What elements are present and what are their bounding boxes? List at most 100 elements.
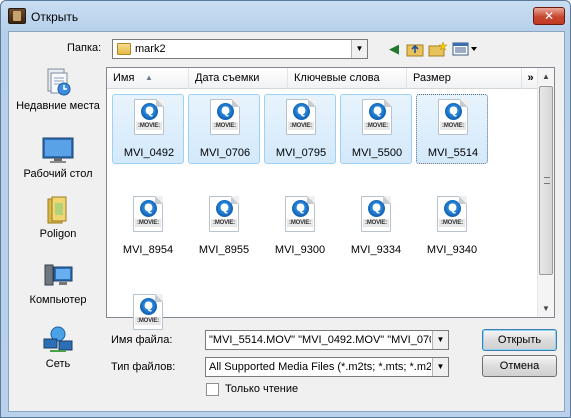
scroll-thumb[interactable] [539, 86, 553, 275]
up-folder-icon[interactable] [406, 41, 424, 57]
vertical-scrollbar[interactable]: ▲ ▼ [537, 68, 554, 317]
scroll-up-icon[interactable]: ▲ [538, 68, 554, 85]
movie-badge: :MOVIE: [212, 122, 238, 130]
movie-badge: :MOVIE: [288, 122, 314, 130]
back-arrow-icon[interactable]: ◀ [386, 41, 402, 57]
filetype-value: All Supported Media Files (*.m2ts; *.mts… [209, 361, 431, 373]
views-menu-icon[interactable] [452, 41, 478, 57]
place-user[interactable]: Poligon [13, 195, 103, 241]
file-item[interactable]: Q :MOVIE: MVI_0795 [264, 94, 336, 164]
grip-icon [544, 177, 550, 184]
file-name: MVI_5514 [427, 147, 479, 159]
lookin-label: Папка: [67, 42, 102, 54]
quicktime-logo-icon: Q [368, 200, 385, 217]
file-name: MVI_8955 [198, 244, 250, 256]
file-item[interactable]: Q :MOVIE: MVI_9334 [340, 192, 412, 262]
file-name: MVI_0706 [199, 147, 251, 159]
column-name[interactable]: Имя ▲ [107, 68, 189, 89]
movie-file-icon: Q:MOVIE: [437, 196, 467, 232]
movie-file-icon: Q :MOVIE: [438, 99, 468, 135]
filename-value: "MVI_5514.MOV" "MVI_0492.MOV" "MVI_0706.… [209, 334, 431, 346]
recent-places-icon [42, 67, 74, 97]
column-date[interactable]: Дата съемки [189, 68, 288, 89]
place-label: Сеть [45, 358, 71, 370]
file-name: MVI_9300 [274, 244, 326, 256]
movie-file-icon: Q :MOVIE: [285, 196, 315, 232]
readonly-checkbox[interactable] [206, 383, 219, 396]
movie-file-icon: Q :MOVIE: [361, 196, 391, 232]
dialog-window: Открыть ✕ Папка: mark2 ▼ ◀ Недавние мест… [0, 0, 571, 418]
quicktime-logo-icon: Q [445, 103, 462, 120]
filetype-select[interactable]: All Supported Media Files (*.m2ts; *.mts… [205, 357, 449, 377]
quicktime-logo-icon: Q [141, 103, 158, 120]
column-size[interactable]: Размер [407, 68, 522, 89]
close-button[interactable]: ✕ [533, 7, 565, 25]
place-computer[interactable]: Компьютер [13, 261, 103, 307]
computer-icon [42, 261, 74, 291]
chevron-down-icon[interactable]: ▼ [351, 40, 367, 58]
quicktime-logo-icon: Q [292, 200, 309, 217]
place-network[interactable]: Сеть [13, 325, 103, 371]
file-item[interactable]: Q:MOVIE: MVI_9340 [416, 192, 488, 262]
quicktime-logo-icon: Q [216, 200, 233, 217]
cancel-button[interactable]: Отмена [482, 355, 557, 377]
file-item[interactable]: Q :MOVIE: MVI_9300 [264, 192, 336, 262]
scroll-down-icon[interactable]: ▼ [538, 300, 554, 317]
place-label: Рабочий стол [23, 168, 93, 180]
quicktime-logo-icon: Q [140, 298, 157, 315]
lookin-combobox[interactable]: mark2 ▼ [112, 39, 368, 59]
movie-file-icon: Q:MOVIE: [133, 196, 163, 232]
column-header: Имя ▲ Дата съемки Ключевые слова Размер … [107, 68, 539, 89]
app-icon [8, 8, 26, 24]
file-item[interactable]: Q:MOVIE: MVI_8955 [188, 192, 260, 262]
movie-file-icon: Q:MOVIE: [209, 196, 239, 232]
movie-file-icon: Q :MOVIE: [286, 99, 316, 135]
readonly-label: Только чтение [225, 383, 299, 395]
quicktime-logo-icon: Q [217, 103, 234, 120]
movie-badge: :MOVIE: [136, 122, 162, 130]
place-label: Poligon [39, 228, 77, 240]
open-button[interactable]: Открыть [482, 329, 557, 351]
movie-badge: :MOVIE: [363, 219, 389, 227]
network-icon [42, 325, 74, 355]
file-name: MVI_9334 [350, 244, 402, 256]
quicktime-logo-icon: Q [293, 103, 310, 120]
movie-file-icon: Q :MOVIE: [134, 99, 164, 135]
place-desktop[interactable]: Рабочий стол [13, 135, 103, 181]
place-label: Компьютер [29, 294, 87, 306]
place-label: Недавние места [16, 100, 100, 112]
places-bar: Недавние места Рабочий стол Poligon Комп… [13, 67, 103, 409]
chevron-down-icon[interactable]: ▼ [432, 331, 448, 349]
filetype-label: Тип файлов: [111, 361, 176, 373]
movie-file-icon: Q:MOVIE: [133, 294, 163, 330]
filename-field[interactable]: "MVI_5514.MOV" "MVI_0492.MOV" "MVI_0706.… [205, 330, 449, 350]
column-keywords[interactable]: Ключевые слова [288, 68, 407, 89]
place-recent[interactable]: Недавние места [13, 67, 103, 113]
movie-badge: :MOVIE: [364, 122, 390, 130]
file-item[interactable]: Q :MOVIE: MVI_5514 [416, 94, 488, 164]
file-list[interactable]: Имя ▲ Дата съемки Ключевые слова Размер … [106, 67, 555, 330]
file-item[interactable]: Q:MOVIE: MVI_5500 [340, 94, 412, 164]
file-name: MVI_0795 [275, 147, 327, 159]
file-item[interactable]: Q:MOVIE: [112, 290, 184, 360]
quicktime-logo-icon: Q [140, 200, 157, 217]
dialog-client-area: Папка: mark2 ▼ ◀ Недавние места Рабочий … [8, 31, 565, 412]
movie-file-icon: Q :MOVIE: [210, 99, 240, 135]
file-name: MVI_8954 [122, 244, 174, 256]
file-item[interactable]: Q:MOVIE: MVI_0492 [112, 94, 184, 164]
filename-label: Имя файла: [111, 334, 173, 346]
sort-ascending-icon: ▲ [145, 73, 153, 82]
file-item[interactable]: Q:MOVIE: MVI_8954 [112, 192, 184, 262]
window-title: Открыть [31, 10, 79, 24]
user-folder-icon [42, 195, 74, 225]
file-name: MVI_9340 [426, 244, 478, 256]
title-bar[interactable]: Открыть ✕ [1, 1, 571, 31]
file-item[interactable]: Q :MOVIE: MVI_0706 [188, 94, 260, 164]
desktop-icon [42, 135, 74, 165]
new-folder-icon[interactable] [428, 41, 448, 57]
movie-badge: :MOVIE: [287, 219, 313, 227]
chevron-down-icon[interactable]: ▼ [432, 358, 448, 376]
movie-file-icon: Q:MOVIE: [362, 99, 392, 135]
folder-icon [117, 43, 131, 55]
movie-badge: :MOVIE: [440, 122, 466, 130]
